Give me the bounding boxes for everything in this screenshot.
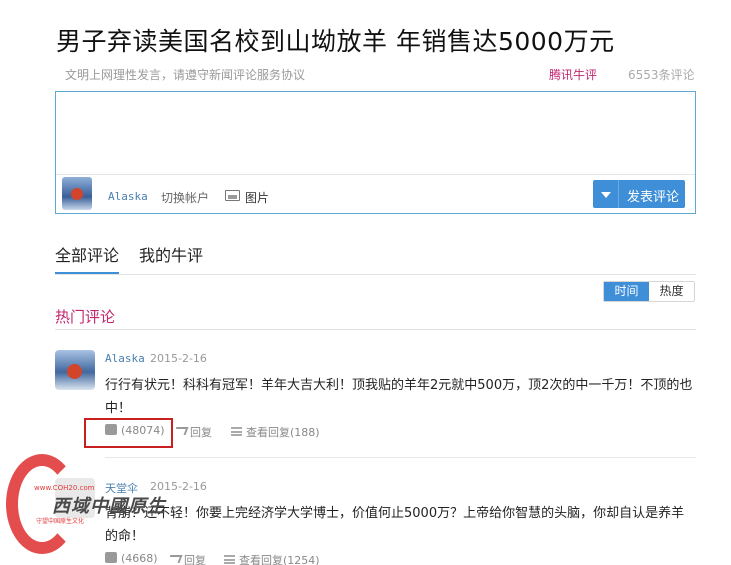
submit-comment-button[interactable]: 发表评论 [593,180,685,208]
reply-button[interactable]: 回复 [173,424,212,440]
comment-notice[interactable]: 文明上网理性发言，请遵守新闻评论服务协议 [65,66,305,83]
reply-label: 回复 [190,426,212,439]
view-replies-label: 查看回复 [239,554,283,565]
reply-button[interactable]: 回复 [167,552,206,565]
comment-input[interactable] [56,92,695,174]
tab-my-comments[interactable]: 我的牛评 [139,242,203,274]
list-icon [231,427,242,436]
sort-by-hot-button[interactable]: 热度 [649,282,694,301]
image-upload-label[interactable]: 图片 [245,189,269,206]
watermark-slogan: 守望中国原生文化 [36,518,85,525]
sort-by-time-button[interactable]: 时间 [604,282,649,301]
watermark-text: 西域中國原生 [52,496,166,517]
current-user-link[interactable]: Alaska [108,190,148,203]
watermark-logo: www.COH20.com 西域中國原生 守望中国原生文化 [4,452,166,562]
comment-divider [105,457,696,458]
sort-toggle: 时间 热度 [603,281,695,302]
reply-arrow-icon [173,427,189,435]
switch-account-link[interactable]: 切换帐户 [161,189,209,206]
reply-label: 回复 [184,554,206,565]
reply-arrow-icon [167,555,183,563]
like-highlight-box [84,418,173,448]
editor-toolbar: Alaska 切换帐户 图片 发表评论 [56,174,695,213]
notice-row: 文明上网理性发言，请遵守新闻评论服务协议 腾讯牛评 6553条评论 [56,64,696,84]
brand-link[interactable]: 腾讯牛评 [549,66,597,83]
avatar[interactable] [55,350,95,390]
view-replies-button[interactable]: 查看回复(188) [231,424,320,440]
comment-count[interactable]: 6553条评论 [628,66,695,83]
view-replies-button[interactable]: 查看回复(1254) [224,552,320,565]
section-divider [55,329,696,330]
avatar[interactable] [62,177,92,210]
section-title: 热门评论 [55,308,116,326]
view-replies-label: 查看回复 [246,426,290,439]
comment-editor: Alaska 切换帐户 图片 发表评论 [55,91,696,214]
image-icon[interactable] [225,190,240,201]
comment-tabs: 全部评论 我的牛评 [55,236,696,275]
article-title: 男子弃读美国名校到山坳放羊 年销售达5000万元 [56,27,615,56]
comment-date: 2015-2-16 [150,352,207,365]
chevron-down-icon[interactable] [593,180,619,208]
comment-user[interactable]: Alaska [105,352,145,365]
reply-count: (188) [290,426,320,439]
reply-count: (1254) [283,554,320,565]
comment-text: 行行有状元！科科有冠军！羊年大吉大利！顶我贴的羊年2元就中500万，顶2次的中一… [105,378,693,416]
watermark-url: www.COH20.com [34,484,95,492]
submit-label: 发表评论 [627,190,680,205]
list-icon [224,555,235,564]
tab-all-comments[interactable]: 全部评论 [55,242,120,274]
comment-text: 背崩！还不轻！你要上完经济学大学博士，价值何止5000万？上帝给你智慧的头脑，你… [105,506,685,544]
